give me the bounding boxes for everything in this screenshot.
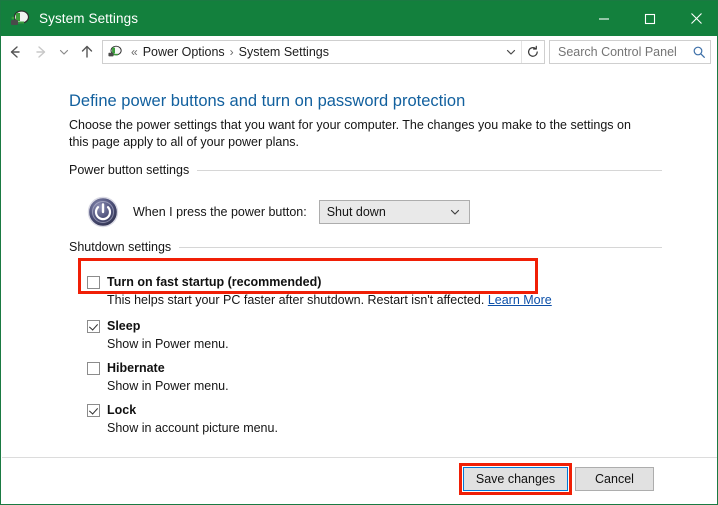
refresh-icon[interactable]: [521, 41, 544, 63]
group-divider: [179, 246, 662, 248]
lock-line: Lock: [87, 403, 662, 418]
checkbox-label-lock[interactable]: Lock: [107, 403, 136, 418]
shutdown-settings-label: Shutdown settings: [69, 240, 172, 254]
learn-more-link[interactable]: Learn More: [488, 293, 552, 307]
checkbox-row-lock: Lock Show in account picture menu.: [87, 403, 662, 436]
checkbox-description-hibernate: Show in Power menu.: [107, 379, 229, 393]
save-changes-button[interactable]: Save changes: [463, 467, 568, 491]
power-button-settings-group: Power button settings When I press the p…: [69, 162, 662, 228]
maximize-button[interactable]: [627, 1, 673, 36]
group-divider: [197, 169, 662, 171]
window-title: System Settings: [39, 11, 139, 26]
power-button-action-value: Shut down: [326, 205, 386, 219]
checkbox-row-fast-startup: Turn on fast startup (recommended) This …: [87, 275, 662, 308]
checkbox-description-fast-startup: This helps start your PC faster after sh…: [107, 292, 662, 308]
breadcrumb-item-power-options[interactable]: Power Options: [142, 45, 226, 59]
caption-buttons: [581, 1, 717, 36]
close-button[interactable]: [673, 1, 717, 36]
checkbox-fast-startup[interactable]: [87, 276, 100, 289]
search-input[interactable]: [556, 44, 688, 60]
power-button-icon: [87, 196, 119, 228]
chevron-down-icon[interactable]: [501, 42, 521, 62]
checkbox-label-sleep[interactable]: Sleep: [107, 319, 140, 334]
footer-bar: Save changes Cancel: [2, 458, 717, 504]
up-button[interactable]: [74, 39, 100, 65]
content-area: Define power buttons and turn on passwor…: [2, 68, 717, 457]
checkbox-row-hibernate: Hibernate Show in Power menu.: [87, 361, 662, 394]
breadcrumb-overflow[interactable]: «: [127, 45, 142, 59]
system-settings-window: System Settings « Power Options › System…: [0, 0, 718, 505]
checkbox-description-lock: Show in account picture menu.: [107, 421, 278, 435]
address-power-plug-icon: [107, 44, 123, 60]
chevron-down-icon[interactable]: [449, 206, 461, 218]
power-plug-icon: [9, 8, 31, 30]
recent-locations-button[interactable]: [54, 39, 74, 65]
cancel-button[interactable]: Cancel: [575, 467, 654, 491]
power-button-action-dropdown[interactable]: Shut down: [318, 200, 470, 224]
power-button-settings-header: Power button settings: [69, 162, 662, 178]
power-button-settings-label: Power button settings: [69, 163, 190, 177]
checkbox-row-sleep: Sleep Show in Power menu.: [87, 319, 662, 352]
search-icon[interactable]: [688, 41, 710, 63]
checkbox-sleep[interactable]: [87, 320, 100, 333]
address-bar[interactable]: « Power Options › System Settings: [102, 40, 545, 64]
breadcrumb-separator[interactable]: ›: [226, 45, 238, 59]
minimize-button[interactable]: [581, 1, 627, 36]
shutdown-settings-header: Shutdown settings: [69, 239, 662, 255]
page-description: Choose the power settings that you want …: [69, 118, 631, 149]
fast-startup-description-text: This helps start your PC faster after sh…: [107, 293, 485, 307]
address-toolbar: « Power Options › System Settings: [2, 37, 717, 67]
shutdown-settings-group: Shutdown settings Turn on fast startup (…: [69, 239, 662, 436]
hibernate-line: Hibernate: [87, 361, 662, 376]
checkbox-lock[interactable]: [87, 404, 100, 417]
power-button-row-label: When I press the power button:: [133, 205, 307, 219]
title-bar: System Settings: [1, 1, 717, 36]
search-box[interactable]: [549, 40, 711, 64]
checkbox-hibernate[interactable]: [87, 362, 100, 375]
checkbox-description-sleep: Show in Power menu.: [107, 337, 229, 351]
checkbox-label-hibernate[interactable]: Hibernate: [107, 361, 165, 376]
back-button[interactable]: [2, 39, 28, 65]
checkbox-label-fast-startup[interactable]: Turn on fast startup (recommended): [107, 275, 321, 290]
breadcrumb-item-system-settings[interactable]: System Settings: [238, 45, 330, 59]
sleep-line: Sleep: [87, 319, 662, 334]
power-button-row: When I press the power button: Shut down: [87, 196, 662, 228]
forward-button[interactable]: [28, 39, 54, 65]
page-title: Define power buttons and turn on passwor…: [69, 92, 466, 110]
fast-startup-line: Turn on fast startup (recommended): [87, 275, 662, 290]
